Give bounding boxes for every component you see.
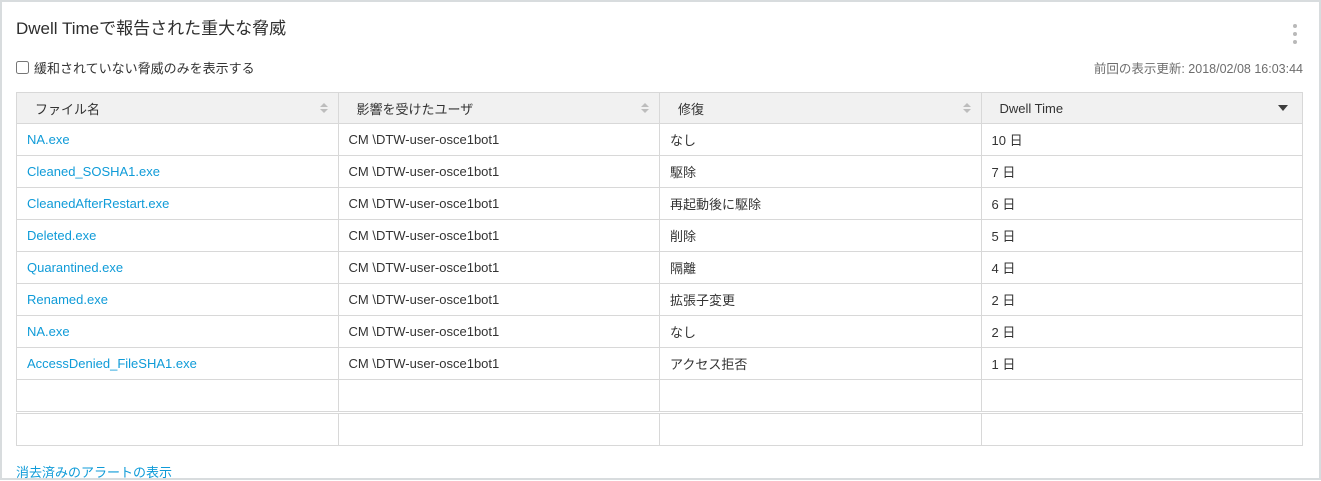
table-body: NA.exe CM \DTW-user-osce1bot1 なし 10 日 Cl…: [17, 124, 1303, 446]
file-name-link[interactable]: NA.exe: [27, 132, 70, 147]
file-name-link[interactable]: Deleted.exe: [27, 228, 96, 243]
empty-cell: [660, 380, 982, 413]
threat-table: ファイル名 影響を受けたユーザ 修復: [16, 92, 1303, 446]
sort-desc-icon[interactable]: [1278, 105, 1288, 111]
empty-cell: [981, 413, 1303, 446]
last-refresh-timestamp: 前回の表示更新: 2018/02/08 16:03:44: [1094, 58, 1303, 77]
empty-table-row: [17, 413, 1303, 446]
table-row: Quarantined.exe CM \DTW-user-osce1bot1 隔…: [17, 252, 1303, 284]
dwell-time-cell: 2 日: [981, 316, 1303, 348]
empty-cell: [17, 413, 339, 446]
empty-cell: [981, 380, 1303, 413]
controls-row: 緩和されていない脅威のみを表示する 前回の表示更新: 2018/02/08 16…: [16, 58, 1303, 77]
remediation-cell: 駆除: [660, 156, 982, 188]
widget-footer: 消去済みのアラートの表示: [16, 462, 1303, 481]
affected-user-cell: CM \DTW-user-osce1bot1: [338, 348, 660, 380]
dwell-time-cell: 4 日: [981, 252, 1303, 284]
dwell-time-cell: 5 日: [981, 220, 1303, 252]
table-row: CleanedAfterRestart.exe CM \DTW-user-osc…: [17, 188, 1303, 220]
table-header-row: ファイル名 影響を受けたユーザ 修復: [17, 93, 1303, 124]
dwell-time-cell: 2 日: [981, 284, 1303, 316]
remediation-cell: アクセス拒否: [660, 348, 982, 380]
affected-user-cell: CM \DTW-user-osce1bot1: [338, 252, 660, 284]
affected-user-cell: CM \DTW-user-osce1bot1: [338, 316, 660, 348]
file-name-link[interactable]: Renamed.exe: [27, 292, 108, 307]
remediation-cell: なし: [660, 316, 982, 348]
table-row: Cleaned_SOSHA1.exe CM \DTW-user-osce1bot…: [17, 156, 1303, 188]
file-name-cell: Quarantined.exe: [17, 252, 339, 284]
dwell-time-cell: 7 日: [981, 156, 1303, 188]
mitigated-filter-label: 緩和されていない脅威のみを表示する: [34, 58, 255, 77]
empty-table-row: [17, 380, 1303, 413]
table-row: NA.exe CM \DTW-user-osce1bot1 なし 2 日: [17, 316, 1303, 348]
affected-user-cell: CM \DTW-user-osce1bot1: [338, 156, 660, 188]
column-header-dwell-time[interactable]: Dwell Time: [981, 93, 1303, 124]
dwell-time-cell: 6 日: [981, 188, 1303, 220]
table-row: AccessDenied_FileSHA1.exe CM \DTW-user-o…: [17, 348, 1303, 380]
file-name-cell: NA.exe: [17, 124, 339, 156]
remediation-cell: なし: [660, 124, 982, 156]
mitigated-filter-checkbox[interactable]: [16, 61, 29, 74]
file-name-link[interactable]: Quarantined.exe: [27, 260, 123, 275]
widget-title: Dwell Timeで報告された重大な脅威: [16, 18, 286, 40]
dwell-time-widget: Dwell Timeで報告された重大な脅威 緩和されていない脅威のみを表示する …: [0, 0, 1321, 480]
affected-user-cell: CM \DTW-user-osce1bot1: [338, 220, 660, 252]
sort-icon[interactable]: [641, 103, 649, 113]
show-dismissed-alerts-link[interactable]: 消去済みのアラートの表示: [16, 465, 172, 480]
file-name-link[interactable]: CleanedAfterRestart.exe: [27, 196, 169, 211]
column-header-remediation[interactable]: 修復: [660, 93, 982, 124]
table-row: NA.exe CM \DTW-user-osce1bot1 なし 10 日: [17, 124, 1303, 156]
column-header-filename[interactable]: ファイル名: [17, 93, 339, 124]
affected-user-cell: CM \DTW-user-osce1bot1: [338, 284, 660, 316]
file-name-cell: AccessDenied_FileSHA1.exe: [17, 348, 339, 380]
remediation-cell: 拡張子変更: [660, 284, 982, 316]
file-name-link[interactable]: AccessDenied_FileSHA1.exe: [27, 356, 197, 371]
remediation-cell: 削除: [660, 220, 982, 252]
empty-cell: [338, 413, 660, 446]
file-name-link[interactable]: Cleaned_SOSHA1.exe: [27, 164, 160, 179]
table-row: Renamed.exe CM \DTW-user-osce1bot1 拡張子変更…: [17, 284, 1303, 316]
file-name-cell: Deleted.exe: [17, 220, 339, 252]
widget-header: Dwell Timeで報告された重大な脅威: [16, 14, 1303, 48]
empty-cell: [660, 413, 982, 446]
dwell-time-cell: 1 日: [981, 348, 1303, 380]
file-name-link[interactable]: NA.exe: [27, 324, 70, 339]
sort-icon[interactable]: [963, 103, 971, 113]
kebab-menu-icon[interactable]: [1287, 20, 1303, 48]
file-name-cell: NA.exe: [17, 316, 339, 348]
mitigated-filter-checkbox-row[interactable]: 緩和されていない脅威のみを表示する: [16, 58, 255, 77]
empty-cell: [338, 380, 660, 413]
column-header-affected-user[interactable]: 影響を受けたユーザ: [338, 93, 660, 124]
sort-icon[interactable]: [320, 103, 328, 113]
affected-user-cell: CM \DTW-user-osce1bot1: [338, 188, 660, 220]
file-name-cell: Renamed.exe: [17, 284, 339, 316]
table-row: Deleted.exe CM \DTW-user-osce1bot1 削除 5 …: [17, 220, 1303, 252]
remediation-cell: 隔離: [660, 252, 982, 284]
file-name-cell: CleanedAfterRestart.exe: [17, 188, 339, 220]
dwell-time-cell: 10 日: [981, 124, 1303, 156]
affected-user-cell: CM \DTW-user-osce1bot1: [338, 124, 660, 156]
remediation-cell: 再起動後に駆除: [660, 188, 982, 220]
file-name-cell: Cleaned_SOSHA1.exe: [17, 156, 339, 188]
empty-cell: [17, 380, 339, 413]
